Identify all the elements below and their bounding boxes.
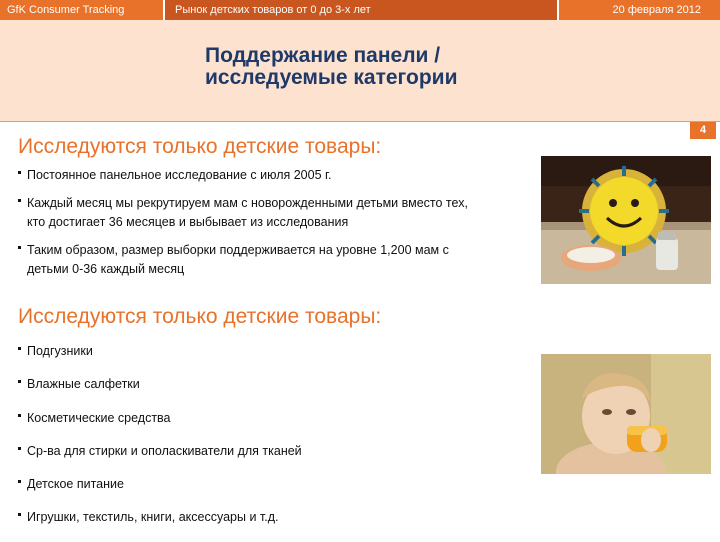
bullet-square-icon <box>18 513 21 517</box>
bullet-item: Подгузники <box>18 342 302 361</box>
bullet-item: Детское питание <box>18 475 302 494</box>
bullet-item: Игрушки, текстиль, книги, аксессуары и т… <box>18 508 302 527</box>
bullet-item: Таким образом, размер выборки поддержива… <box>18 241 468 279</box>
bullet-item: Влажные салфетки <box>18 375 302 394</box>
brand-label: GfK Consumer Tracking <box>7 4 125 16</box>
bullet-square-icon <box>18 413 21 417</box>
section-1-bullet-list: Постоянное панельное исследование с июля… <box>18 166 468 288</box>
section-1-heading: Исследуются только детские товары: <box>18 135 382 158</box>
bullet-square-icon <box>18 380 21 384</box>
top-bar: GfK Consumer Tracking Рынок детских това… <box>0 0 720 20</box>
bullet-square-icon <box>18 171 21 174</box>
page-title-line-1: Поддержание панели / <box>205 44 441 67</box>
child-drinking-photo <box>541 354 711 474</box>
bullet-square-icon <box>18 480 21 484</box>
page-number-badge: 4 <box>690 122 716 139</box>
section-2-bullet-list: Подгузники Влажные салфетки Косметически… <box>18 342 302 542</box>
header-divider <box>0 121 720 122</box>
bullet-item: Каждый месяц мы рекрутируем мам с новоро… <box>18 194 468 232</box>
bullet-square-icon <box>18 446 21 450</box>
project-label: Рынок детских товаров от 0 до 3-х лет <box>165 0 557 20</box>
bullet-item: Постоянное панельное исследование с июля… <box>18 166 468 185</box>
bullet-item: Косметические средства <box>18 409 302 428</box>
bullet-square-icon <box>18 199 21 202</box>
page-title: Поддержание панели / исследуемые категор… <box>205 45 457 89</box>
bullet-item: Ср-ва для стирки и ополаскиватели для тк… <box>18 442 302 461</box>
feeding-table-photo <box>541 156 711 284</box>
section-2-heading: Исследуются только детские товары: <box>18 305 382 328</box>
bullet-square-icon <box>18 347 21 350</box>
date-label: 20 февраля 2012 <box>612 4 701 16</box>
page-title-line-2: исследуемые категории <box>205 66 458 89</box>
bullet-square-icon <box>18 246 21 249</box>
